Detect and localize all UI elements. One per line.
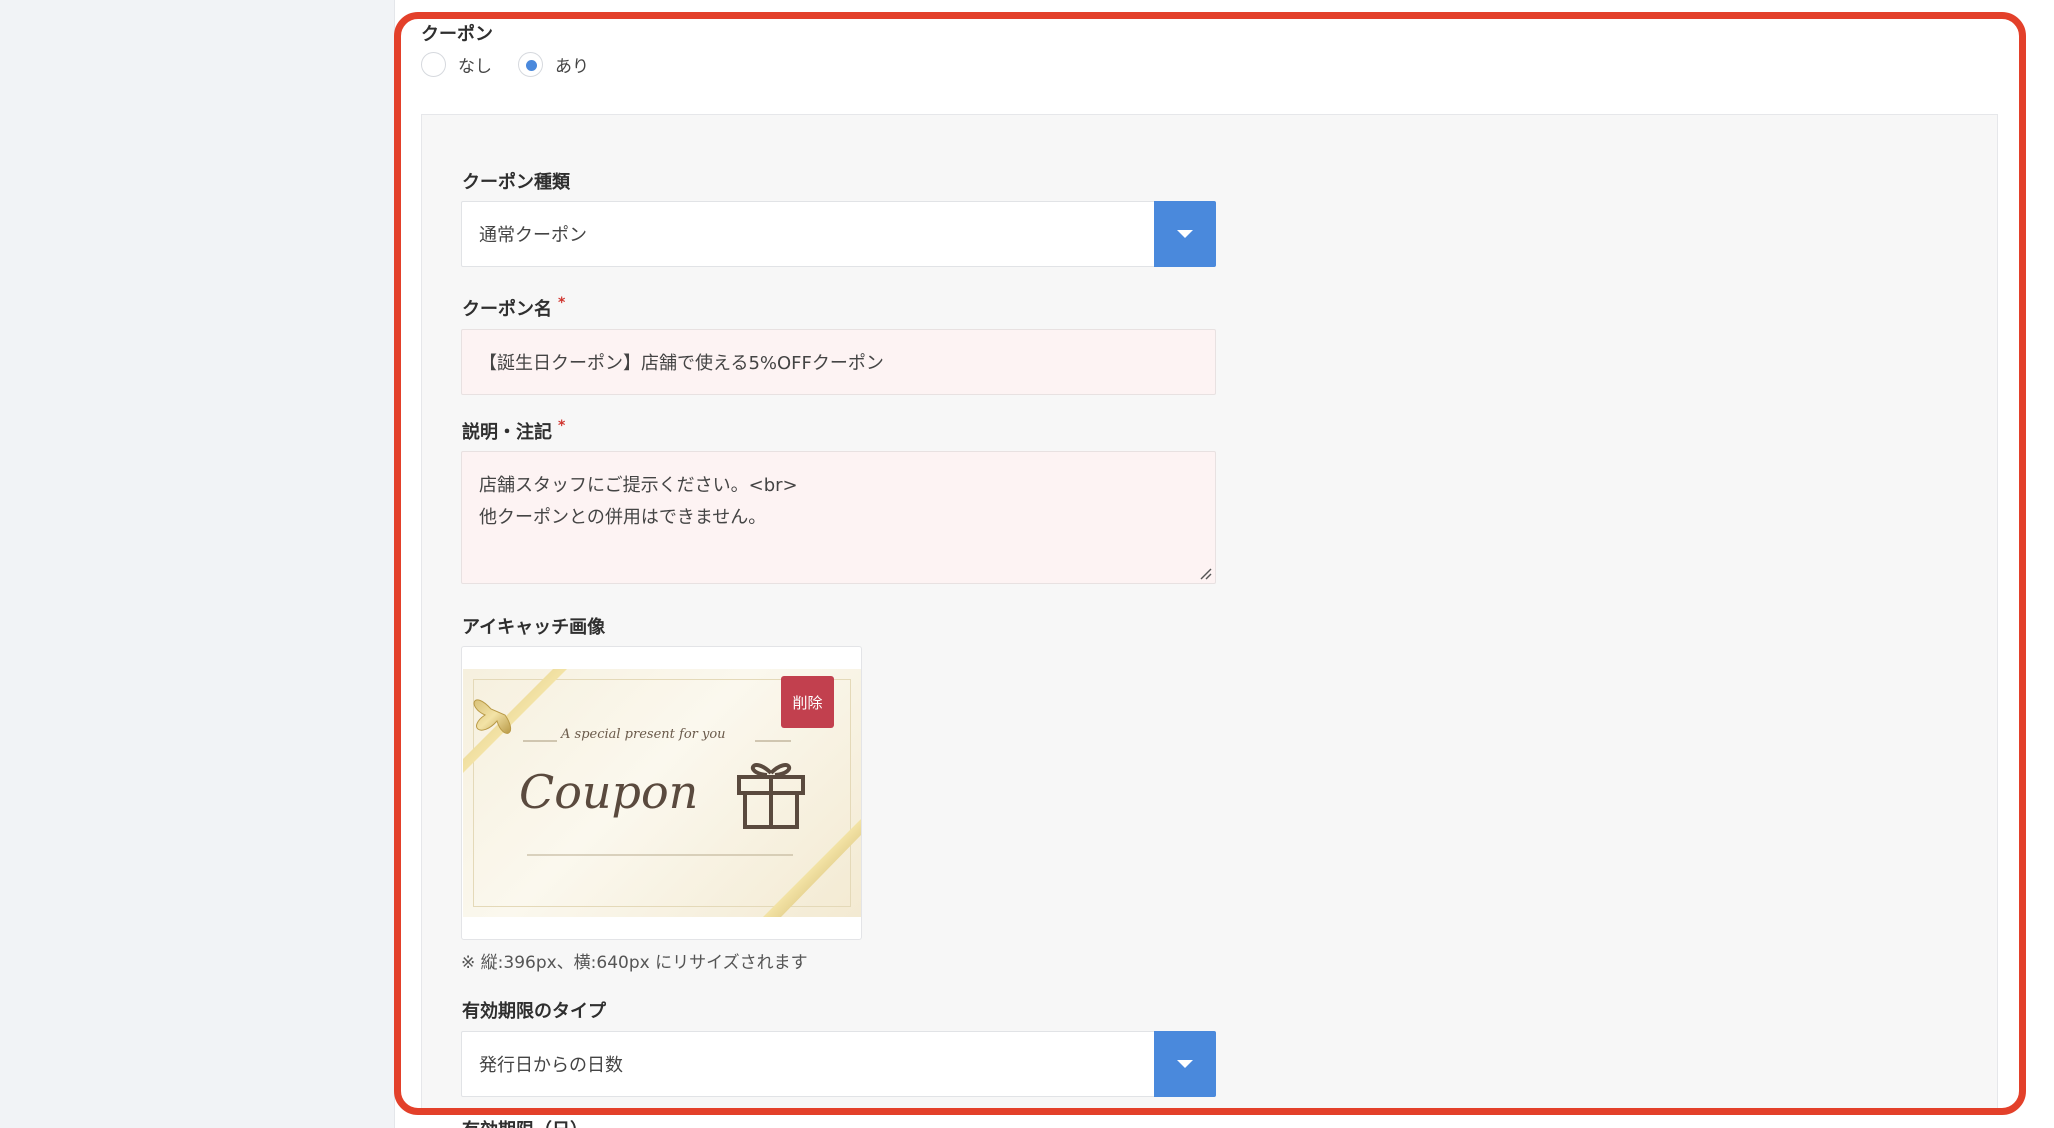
expiry-type-dropdown-button[interactable] (1154, 1031, 1216, 1097)
expiry-type-value: 発行日からの日数 (479, 1055, 623, 1076)
coupon-type-dropdown-button[interactable] (1154, 201, 1216, 267)
description-textarea[interactable]: 店舗スタッフにご提示ください。<br> 他クーポンとの併用はできません。 (461, 451, 1216, 584)
description-label-text: 説明・注記 (462, 422, 552, 443)
required-mark: * (558, 418, 566, 434)
image-resize-note: ※ 縦:396px、横:640px にリサイズされます (461, 953, 808, 973)
coupon-image-title: Coupon (519, 765, 699, 819)
delete-image-button[interactable]: 削除 (781, 676, 834, 728)
coupon-name-label: クーポン名 * (462, 295, 565, 321)
radio-yes-button[interactable] (518, 52, 543, 77)
description-line-2: 他クーポンとの併用はできません。 (479, 507, 767, 528)
coupon-name-label-text: クーポン名 (462, 299, 552, 320)
coupon-type-value: 通常クーポン (479, 225, 587, 246)
resize-handle-icon[interactable] (1199, 567, 1212, 580)
description-line-1: 店舗スタッフにご提示ください。<br> (479, 475, 798, 496)
radio-yes-label: あり (555, 57, 589, 77)
expiry-days-label: 有効期限（日） (462, 1116, 588, 1128)
expiry-type-label: 有効期限のタイプ (462, 1001, 606, 1022)
coupon-section-title: クーポン (421, 24, 493, 45)
description-label: 説明・注記 * (462, 418, 565, 444)
radio-none-button[interactable] (421, 52, 446, 77)
coupon-radio-yes[interactable]: あり (518, 52, 589, 77)
required-mark: * (558, 295, 566, 311)
coupon-image-tagline: A special present for you (561, 727, 726, 742)
expiry-type-select[interactable]: 発行日からの日数 (461, 1031, 1216, 1097)
coupon-radio-group: なし あり (421, 52, 615, 77)
coupon-name-value: 【誕生日クーポン】店舗で使える5%OFFクーポン (479, 353, 884, 374)
coupon-radio-none[interactable]: なし (421, 52, 492, 77)
eyecatch-label: アイキャッチ画像 (462, 617, 606, 638)
coupon-type-select[interactable]: 通常クーポン (461, 201, 1216, 267)
coupon-type-label: クーポン種類 (462, 172, 570, 193)
radio-none-label: なし (458, 57, 492, 77)
coupon-name-input[interactable]: 【誕生日クーポン】店舗で使える5%OFFクーポン (461, 329, 1216, 395)
chevron-down-icon (1177, 230, 1193, 238)
chevron-down-icon (1177, 1060, 1193, 1068)
